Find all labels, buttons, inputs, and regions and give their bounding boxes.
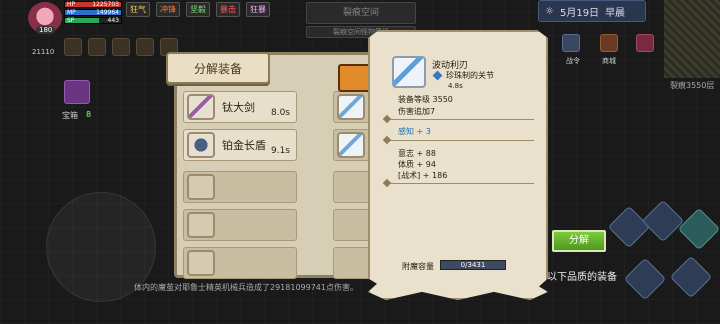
sp-bar: SP 443 [64, 17, 122, 24]
battle-pass-label: 战令 [566, 57, 580, 65]
calendar-icon: ☼ [545, 5, 554, 17]
skill-icon[interactable] [88, 38, 106, 56]
stat-line: 意志 + 88 [398, 149, 436, 158]
item-name: 铂金长盾 [222, 139, 266, 152]
treasure-chest-icon[interactable] [64, 80, 90, 104]
stat-line: 体质 + 94 [398, 160, 436, 169]
skill-icon[interactable] [112, 38, 130, 56]
empty-slot[interactable] [183, 209, 297, 241]
empty-slot[interactable] [183, 171, 297, 203]
tooltip-quality: 珍珠制的关节 [446, 71, 494, 80]
empty-slot[interactable] [333, 209, 373, 241]
minimap[interactable] [664, 0, 720, 78]
buff-badge[interactable]: 坚毅 [186, 2, 210, 17]
location-title: 裂痕空间 [342, 8, 379, 18]
hp-bar: HP 1225703 [64, 1, 122, 8]
empty-slot[interactable] [333, 247, 373, 279]
shield-icon [187, 132, 215, 158]
equipment-slot[interactable]: 钛大剑 8.0s [183, 91, 297, 123]
date-display[interactable]: ☼ 5月19日 早晨 [538, 0, 646, 22]
item-time: 9.1s [270, 146, 290, 156]
chest-count: 8 [86, 110, 92, 119]
capacity-label: 附魔容量 [402, 262, 434, 271]
sword-icon [337, 94, 365, 120]
blade-icon [392, 56, 426, 88]
stat-perception: 感知 + 3 [398, 127, 431, 136]
score-readout: 21110 [32, 48, 55, 56]
capacity-value: 0/3431 [460, 261, 486, 269]
disassemble-button-label: 分解 [569, 235, 589, 246]
player-level: 180 [36, 26, 56, 34]
location-box: 裂痕空间 [306, 2, 416, 24]
event-icon[interactable] [636, 34, 654, 52]
quality-filter-text[interactable]: 以下品质的装备 [547, 268, 617, 283]
greatsword-icon [187, 94, 215, 120]
buff-badge[interactable]: 冲锋 [156, 2, 180, 17]
disassemble-tab[interactable]: 分解装备 [166, 52, 270, 84]
skill-icon-row [64, 38, 178, 56]
buff-list: 狂气 冲锋 坚毅 暴击 狂暴 [126, 2, 270, 17]
equipment-slot[interactable]: 铂金长盾 9.1s [183, 129, 297, 161]
damage-add: 伤害追加7 [398, 107, 436, 116]
map-info: 裂痕3550层 [670, 81, 715, 90]
shop-label: 商城 [602, 57, 616, 65]
mp-bar: MP 149964 [64, 9, 122, 16]
buff-badge[interactable]: 狂气 [126, 2, 150, 17]
divider [386, 183, 534, 184]
equip-level: 装备等级 3550 [398, 95, 453, 104]
tooltip-time: 4.8s [448, 82, 463, 90]
battle-pass-icon[interactable] [562, 34, 580, 52]
divider [386, 140, 534, 141]
item-time: 8.0s [270, 108, 290, 118]
combat-log-message: 体内的魔茧对耶鲁士精英机械兵造成了29181099741点伤害。 [134, 283, 358, 292]
disassemble-tab-label: 分解装备 [193, 62, 242, 76]
empty-slot[interactable] [333, 171, 373, 203]
shop-icon[interactable] [600, 34, 618, 52]
skill-icon[interactable] [64, 38, 82, 56]
item-name: 钛大剑 [222, 101, 255, 114]
empty-slot[interactable] [183, 247, 297, 279]
skill-icon[interactable] [136, 38, 154, 56]
buff-badge[interactable]: 暴击 [216, 2, 240, 17]
date-text: 5月19日 [559, 7, 600, 19]
divider [386, 119, 534, 120]
chest-label: 宝箱 [62, 111, 78, 120]
stat-line: [战术] + 186 [398, 171, 448, 180]
equipment-slot[interactable] [333, 129, 373, 161]
time-of-day: 早晨 [605, 7, 626, 19]
blade-icon [337, 132, 365, 158]
capacity-bar: 0/3431 [440, 260, 506, 270]
buff-badge[interactable]: 狂暴 [246, 2, 270, 17]
disassemble-button[interactable]: 分解 [552, 230, 606, 252]
equipment-slot[interactable] [333, 91, 373, 123]
